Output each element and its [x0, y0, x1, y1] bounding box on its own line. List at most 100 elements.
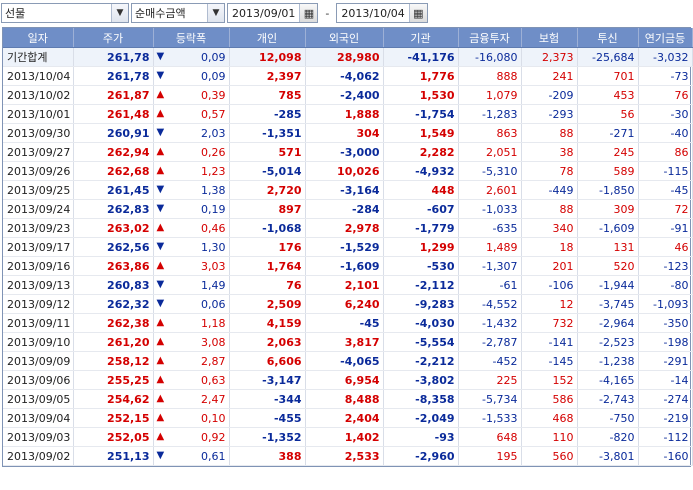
- pension-cell: -198: [638, 332, 693, 352]
- ins-cell: 468: [521, 408, 578, 428]
- ins-cell: 340: [521, 218, 578, 238]
- table-row[interactable]: 2013/10/01 261,48 ▲ 0,57 -285 1,888 -1,754 -1,2…: [3, 104, 693, 124]
- table-row[interactable]: 2013/09/30 260,91 ▼ 2,03 -1,351 304 1,549 863 88…: [3, 123, 693, 143]
- down-triangle-icon: ▼: [156, 184, 165, 195]
- pension-cell: -160: [638, 446, 693, 466]
- foreign-cell: -284: [305, 199, 384, 219]
- foreign-cell: 10,026: [305, 161, 384, 181]
- table-row[interactable]: 2013/09/13 260,83 ▼ 1,49 76 2,101 -2,112 -61 -10…: [3, 275, 693, 295]
- table-row[interactable]: 2013/09/26 262,68 ▲ 1,23 -5,014 10,026 -4,932-…: [3, 161, 693, 181]
- change-value: 2,47: [201, 392, 226, 406]
- ins-cell: 12: [521, 294, 578, 314]
- fin-cell: -5,734: [458, 389, 522, 409]
- table-row[interactable]: 2013/09/27 262,94 ▲ 0,26 571 -3,000 2,282 2,051…: [3, 142, 693, 162]
- inst-cell: -4,030: [383, 313, 459, 333]
- foreign-cell: 2,533: [305, 446, 384, 466]
- calendar-icon[interactable]: ▦: [299, 4, 318, 22]
- date-separator: -: [325, 6, 330, 20]
- foreign-cell: 8,488: [305, 389, 384, 409]
- pension-cell: -123: [638, 256, 693, 276]
- down-triangle-icon: ▼: [156, 298, 165, 309]
- up-triangle-icon: ▲: [156, 412, 165, 423]
- column-header[interactable]: 일자: [3, 28, 74, 48]
- inst-cell: -607: [383, 199, 459, 219]
- fin-cell: -1,283: [458, 104, 522, 124]
- foreign-cell: 1,888: [305, 104, 384, 124]
- table-row[interactable]: 2013/09/03 252,05 ▲ 0,92 -1,352 1,402 -93 648 11…: [3, 427, 693, 447]
- chevron-down-icon[interactable]: ▼: [111, 4, 128, 22]
- inst-cell: -2,049: [383, 408, 459, 428]
- trust-cell: -271: [577, 123, 639, 143]
- table-row[interactable]: 2013/09/25 261,45 ▼ 1,38 2,720 -3,164 448 2,601…: [3, 180, 693, 200]
- column-header[interactable]: 주가: [73, 28, 154, 48]
- ins-cell: 110: [521, 427, 578, 447]
- calendar-icon[interactable]: ▦: [408, 4, 427, 22]
- ins-cell: -145: [521, 351, 578, 371]
- table-row[interactable]: 2013/09/11 262,38 ▲ 1,18 4,159 -45 -4,030 -1,43…: [3, 313, 693, 333]
- column-header[interactable]: 보험: [521, 28, 578, 48]
- indiv-cell: 785: [229, 85, 306, 105]
- column-header[interactable]: 연기금등: [638, 28, 693, 48]
- trust-cell: -750: [577, 408, 639, 428]
- table-row[interactable]: 2013/09/23 263,02 ▲ 0,46 -1,068 2,978 -1,779 -6…: [3, 218, 693, 238]
- date-cell: 2013/10/01: [3, 104, 74, 124]
- fin-cell: -2,787: [458, 332, 522, 352]
- indiv-cell: -344: [229, 389, 306, 409]
- foreign-cell: 28,980: [305, 47, 384, 67]
- table-row[interactable]: 2013/09/02 251,13 ▼ 0,61 388 2,533 -2,960 195 56…: [3, 446, 693, 466]
- inst-cell: -1,779: [383, 218, 459, 238]
- table-row[interactable]: 2013/09/09 258,12 ▲ 2,87 6,606 -4,065 -2,212 -4…: [3, 351, 693, 371]
- table-row[interactable]: 2013/10/02 261,87 ▲ 0,39 785 -2,400 1,530 1,079…: [3, 85, 693, 105]
- change-cell: ▲ 0,39: [153, 85, 230, 105]
- column-header[interactable]: 기관: [383, 28, 459, 48]
- down-triangle-icon: ▼: [156, 241, 165, 252]
- market-select[interactable]: 선물 ▼: [1, 3, 129, 23]
- change-cell: ▲ 0,57: [153, 104, 230, 124]
- table-row[interactable]: 2013/09/10 261,20 ▲ 3,08 2,063 3,817 -5,554 -2,…: [3, 332, 693, 352]
- date-to-field[interactable]: 2013/10/04 ▦: [336, 3, 428, 23]
- fin-cell: -4,552: [458, 294, 522, 314]
- table-row[interactable]: 2013/09/16 263,86 ▲ 3,03 1,764 -1,609 -530 -1,3…: [3, 256, 693, 276]
- table-row[interactable]: 2013/09/17 262,56 ▼ 1,30 176 -1,529 1,299 1,489…: [3, 237, 693, 257]
- column-header[interactable]: 금융투자: [458, 28, 522, 48]
- fin-cell: 863: [458, 123, 522, 143]
- table-row[interactable]: 2013/09/06 255,25 ▲ 0,63 -3,147 6,954 -3,802 22…: [3, 370, 693, 390]
- table-row[interactable]: 2013/09/04 252,15 ▲ 0,10 -455 2,404 -2,049 -1,5…: [3, 408, 693, 428]
- chevron-down-icon[interactable]: ▼: [207, 4, 224, 22]
- pension-cell: -14: [638, 370, 693, 390]
- price-cell: 260,91: [73, 123, 154, 143]
- change-value: 0,92: [201, 430, 226, 444]
- trust-cell: -3,745: [577, 294, 639, 314]
- table-row[interactable]: 2013/09/05 254,62 ▲ 2,47 -344 8,488 -8,358 -5,7…: [3, 389, 693, 409]
- foreign-cell: 3,817: [305, 332, 384, 352]
- type-select[interactable]: 순매수금액 ▼: [131, 3, 225, 23]
- table-row[interactable]: 2013/09/24 262,83 ▼ 0,19 897 -284 -607 -1,033 88…: [3, 199, 693, 219]
- indiv-cell: -3,147: [229, 370, 306, 390]
- trust-cell: 131: [577, 237, 639, 257]
- column-header[interactable]: 투신: [577, 28, 639, 48]
- column-header[interactable]: 등락폭: [153, 28, 230, 48]
- price-cell: 262,32: [73, 294, 154, 314]
- foreign-cell: 2,404: [305, 408, 384, 428]
- table-row[interactable]: 2013/10/04 261,78 ▼ 0,09 2,397 -4,062 1,776 888…: [3, 66, 693, 86]
- change-cell: ▲ 0,26: [153, 142, 230, 162]
- summary-row[interactable]: 기간합계 261,78 ▼ 0,09 12,098 28,980 -41,176 -16,08…: [3, 47, 693, 67]
- change-value: 0,63: [201, 373, 226, 387]
- trust-cell: 520: [577, 256, 639, 276]
- change-cell: ▼ 1,30: [153, 237, 230, 257]
- column-header[interactable]: 외국인: [305, 28, 384, 48]
- pension-cell: -3,032: [638, 47, 693, 67]
- table-row[interactable]: 2013/09/12 262,32 ▼ 0,06 2,509 6,240 -9,283 -4,…: [3, 294, 693, 314]
- change-cell: ▲ 1,18: [153, 313, 230, 333]
- indiv-cell: -285: [229, 104, 306, 124]
- date-cell: 2013/09/25: [3, 180, 74, 200]
- foreign-cell: -3,164: [305, 180, 384, 200]
- indiv-cell: -1,068: [229, 218, 306, 238]
- change-value: 1,23: [201, 164, 226, 178]
- indiv-cell: 2,720: [229, 180, 306, 200]
- change-cell: ▲ 1,23: [153, 161, 230, 181]
- date-from-field[interactable]: 2013/09/01 ▦: [227, 3, 319, 23]
- pension-cell: 86: [638, 142, 693, 162]
- ins-cell: 560: [521, 446, 578, 466]
- column-header[interactable]: 개인: [229, 28, 306, 48]
